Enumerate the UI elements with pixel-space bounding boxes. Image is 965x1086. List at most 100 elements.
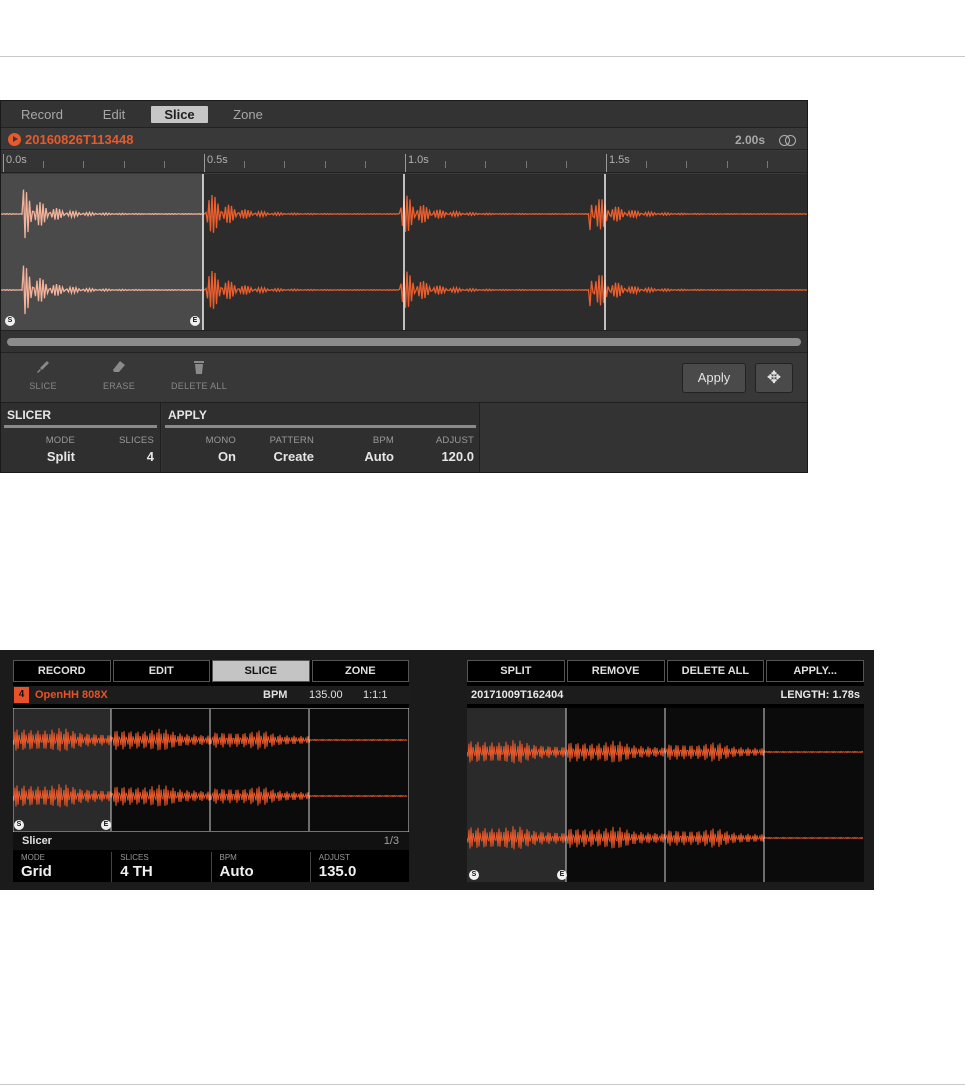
waveform-svg	[1, 174, 807, 330]
param-label: BPM	[372, 435, 394, 446]
sample-name: OpenHH 808X	[35, 689, 108, 701]
slice-start-marker[interactable]: S	[5, 316, 15, 326]
param-value: 4 TH	[120, 863, 153, 880]
move-arrows-icon: ✥	[766, 368, 782, 387]
param-slices[interactable]: SLICES 4 TH	[111, 852, 210, 882]
ruler-tick	[525, 161, 527, 168]
apply-button[interactable]: APPLY...	[766, 660, 864, 682]
param-bpm[interactable]: BPM Auto	[332, 435, 394, 464]
ruler-tick	[284, 161, 286, 168]
status-label: Slicer	[22, 835, 52, 847]
tab-record[interactable]: Record	[11, 106, 73, 123]
ruler-label: 1.0s	[408, 154, 429, 166]
apply-param-group: APPLY MONO On PATTERN Create BPM Auto AD…	[162, 403, 480, 472]
tab-edit[interactable]: EDIT	[112, 660, 210, 682]
param-adjust[interactable]: ADJUST 135.0	[309, 852, 409, 882]
param-value: 4	[146, 449, 154, 464]
slicer-group-title: SLICER	[7, 408, 52, 422]
param-mode[interactable]: MODE Grid	[13, 852, 111, 882]
tab-zone[interactable]: Zone	[219, 106, 277, 123]
link-icon[interactable]	[779, 135, 796, 146]
apply-button[interactable]: Apply	[682, 363, 746, 393]
display-tabs: RECORD EDIT SLICE ZONE	[13, 660, 409, 682]
ruler-tick	[485, 161, 487, 168]
display-info-bar: 4 OpenHH 808X BPM 135.00 1:1:1	[13, 686, 409, 704]
slice-end-marker[interactable]: E	[190, 316, 200, 326]
tab-edit[interactable]: Edit	[85, 106, 143, 123]
param-value: Auto	[219, 863, 254, 880]
delete-all-tool[interactable]: DELETE ALL	[163, 359, 235, 391]
param-value: Split	[46, 449, 75, 464]
param-adjust[interactable]: ADJUST 120.0	[407, 435, 474, 464]
tab-record[interactable]: RECORD	[13, 660, 111, 682]
param-value: Auto	[364, 449, 394, 464]
param-pattern[interactable]: PATTERN Create	[252, 435, 314, 464]
param-bpm[interactable]: BPM Auto	[210, 852, 310, 882]
remove-button[interactable]: REMOVE	[566, 660, 665, 682]
group-divider	[165, 425, 476, 428]
ruler-tick	[405, 154, 406, 172]
bpm-label: BPM	[263, 689, 288, 701]
ruler-tick	[204, 154, 205, 172]
delete-all-tool-label: DELETE ALL	[170, 381, 228, 391]
ruler-tick	[766, 161, 768, 168]
play-icon[interactable]	[8, 133, 21, 146]
ruler-label: 0.5s	[207, 154, 228, 166]
slice-tool[interactable]: SLICE	[7, 359, 79, 391]
delete-all-button[interactable]: DELETE ALL	[666, 660, 765, 682]
pad-number: 4	[14, 687, 29, 703]
slice-end-marker: E	[101, 820, 111, 830]
apply-group-title: APPLY	[168, 408, 207, 422]
tab-slice[interactable]: Slice	[151, 106, 208, 123]
param-value: 120.0	[441, 449, 474, 464]
param-mono[interactable]: MONO On	[176, 435, 236, 464]
page-indicator: 1/3	[383, 835, 399, 847]
slice-start-marker: S	[469, 870, 479, 880]
sample-editor-software: Record Edit Slice Zone 20160826T113448 2…	[0, 100, 808, 473]
tab-zone[interactable]: ZONE	[311, 660, 409, 682]
param-label: SLICES	[119, 435, 154, 446]
bpm-value: 135.00	[309, 689, 343, 701]
param-value: Create	[273, 449, 314, 464]
erase-tool[interactable]: ERASE	[83, 359, 155, 391]
waveform-display[interactable]: S E	[1, 174, 807, 330]
slice-end-marker: E	[557, 870, 567, 880]
left-display: RECORD EDIT SLICE ZONE 4 OpenHH 808X BPM…	[13, 660, 409, 882]
ruler-tick	[445, 161, 447, 168]
param-label: MODE	[45, 435, 75, 446]
eraser-icon	[111, 359, 127, 375]
ruler-tick	[244, 161, 246, 168]
ruler-tick	[646, 161, 648, 168]
ruler-tick	[3, 154, 4, 172]
param-value: Grid	[21, 863, 52, 880]
song-position: 1:1:1	[363, 689, 388, 701]
param-slices[interactable]: SLICES 4	[91, 435, 154, 464]
waveform-svg	[13, 708, 409, 832]
display-status-bar: Slicer 1/3	[13, 832, 409, 850]
scrollbar-thumb[interactable]	[7, 338, 801, 346]
ruler-tick	[43, 161, 45, 168]
sample-length: 2.00s	[734, 133, 765, 147]
split-button[interactable]: SPLIT	[467, 660, 565, 682]
sample-name: 20171009T162404	[471, 689, 564, 701]
parameter-bar: SLICER MODE Split SLICES 4 APPLY MONO On	[1, 402, 807, 472]
erase-tool-label: ERASE	[102, 381, 135, 391]
ruler-tick	[565, 161, 567, 168]
ruler-tick	[83, 161, 85, 168]
ruler-tick	[606, 154, 607, 172]
param-label: MODE	[21, 853, 45, 862]
waveform-scrollbar[interactable]	[1, 330, 807, 352]
ruler-tick	[123, 161, 125, 168]
tab-slice[interactable]: SLICE	[212, 660, 310, 682]
ruler-tick	[163, 161, 165, 168]
param-value: On	[217, 449, 236, 464]
param-mode[interactable]: MODE Split	[21, 435, 75, 464]
brush-icon	[35, 359, 51, 375]
display-buttons: SPLIT REMOVE DELETE ALL APPLY...	[467, 660, 864, 682]
param-label: ADJUST	[318, 853, 350, 862]
ruler-tick	[686, 161, 688, 168]
slice-tool-label: SLICE	[29, 381, 57, 391]
group-divider	[4, 425, 157, 428]
timeline-ruler[interactable]: 0.0s 0.5s 1.0s 1.5s	[1, 151, 807, 173]
drag-slices-button[interactable]: ✥	[755, 363, 793, 393]
